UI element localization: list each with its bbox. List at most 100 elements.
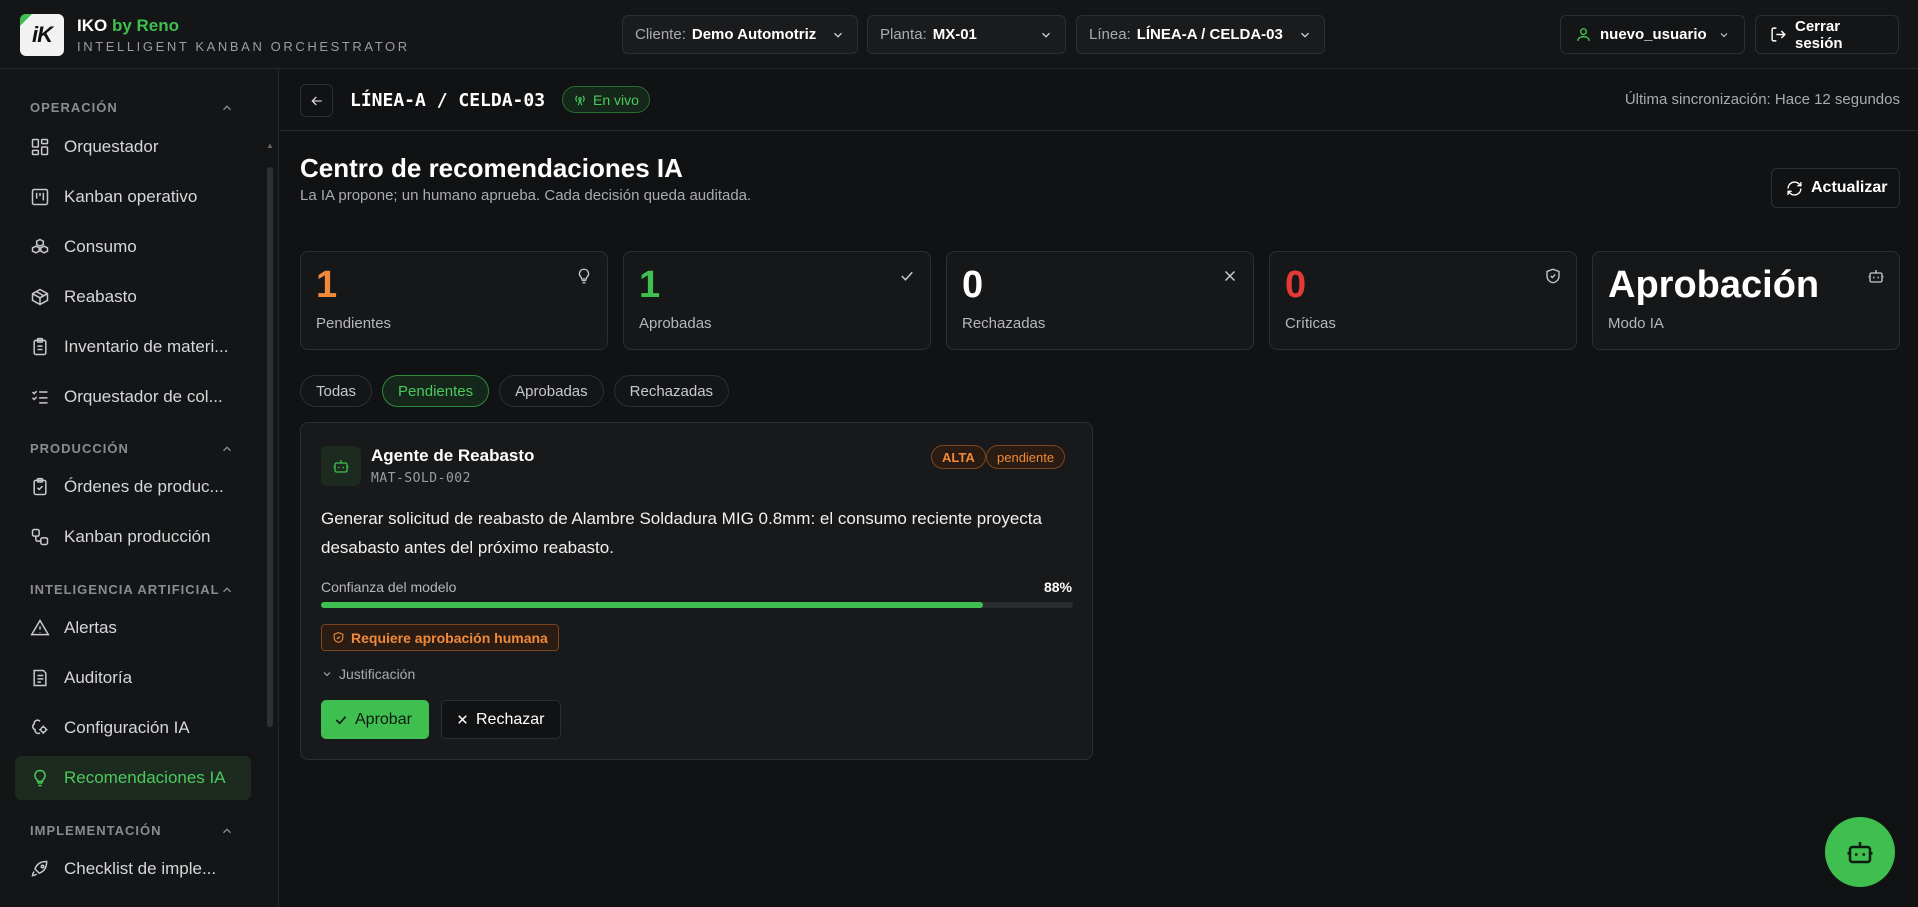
kanban-icon [30, 187, 50, 207]
agent-name: Agente de Reabasto [371, 446, 535, 465]
stat-value: 1 [639, 264, 661, 306]
section-ia: INTELIGENCIA ARTIFICIAL [30, 582, 220, 597]
status-badge: pendiente [986, 445, 1066, 469]
top-bar: iK IKO by Reno INTELLIGENT KANBAN ORCHES… [0, 0, 1918, 69]
stat-card-aprobadas: 1 Aprobadas [623, 251, 931, 350]
sync-status: Última sincronización: Hace 12 segundos [1624, 91, 1900, 108]
line-select[interactable]: Línea: LÍNEA-A / CELDA-03 [1076, 15, 1325, 54]
chevron-up-icon[interactable] [220, 583, 234, 597]
filter-rechazadas[interactable]: Rechazadas [613, 375, 730, 407]
shield-icon [1544, 267, 1562, 285]
lightbulb-icon [575, 267, 593, 285]
sidebar-item-kanban-operativo[interactable]: Kanban operativo [15, 175, 251, 219]
confidence-bar [321, 602, 1073, 608]
alert-icon [30, 618, 50, 638]
chevron-up-icon[interactable] [220, 442, 234, 456]
scroll-up-arrow[interactable]: ▲ [266, 141, 274, 150]
clipboard-icon [30, 337, 50, 357]
human-approval-badge: Requiere aprobación humana [321, 624, 559, 651]
sidebar-item-kanban-produccion[interactable]: Kanban producción [15, 515, 251, 559]
filter-pendientes[interactable]: Pendientes [382, 375, 490, 407]
approve-button[interactable]: Aprobar [321, 700, 429, 739]
stat-card-rechazadas: 0 Rechazadas [946, 251, 1254, 350]
chevron-down-icon [831, 28, 845, 42]
chevron-up-icon[interactable] [220, 824, 234, 838]
confidence-label: Confianza del modelo [321, 579, 457, 595]
section-produccion: PRODUCCIÓN [30, 441, 129, 456]
stat-label: Críticas [1285, 315, 1336, 332]
sidebar-item-alertas[interactable]: Alertas [15, 606, 251, 650]
sidebar-item-auditoria[interactable]: Auditoría [15, 656, 251, 700]
filter-tabs: Todas Pendientes Aprobadas Rechazadas [300, 375, 730, 407]
back-button[interactable] [300, 84, 333, 117]
brain-cog-icon [30, 718, 50, 738]
priority-badge: ALTA [931, 445, 986, 469]
refresh-icon [1786, 180, 1803, 197]
stat-label: Rechazadas [962, 315, 1046, 332]
section-operacion: OPERACIÓN [30, 100, 118, 115]
stat-card-pendientes: 1 Pendientes [300, 251, 608, 350]
chevron-down-icon [1718, 29, 1730, 41]
filter-todas[interactable]: Todas [300, 375, 373, 407]
stat-value: 0 [1285, 264, 1307, 306]
section-implementacion: IMPLEMENTACIÓN [30, 823, 162, 838]
client-value: Demo Automotriz [691, 26, 817, 43]
stat-value: 1 [316, 264, 338, 306]
sidebar-item-consumo[interactable]: Consumo [15, 225, 251, 269]
line-value: LÍNEA-A / CELDA-03 [1136, 26, 1283, 43]
user-icon [1575, 26, 1592, 43]
refresh-button[interactable]: Actualizar [1771, 168, 1900, 208]
justification-toggle[interactable]: Justificación [321, 666, 415, 682]
stat-value: 0 [962, 264, 984, 306]
clipboard-check-icon [30, 477, 50, 497]
package-icon [30, 287, 50, 307]
audit-icon [30, 668, 50, 688]
workflow-icon [30, 527, 50, 547]
plant-value: MX-01 [932, 26, 977, 43]
sidebar-item-recomendaciones-ia[interactable]: Recomendaciones IA [15, 756, 251, 800]
arrow-left-icon [309, 93, 325, 109]
confidence-bar-fill [321, 602, 983, 608]
chevron-up-icon[interactable] [220, 101, 234, 115]
app-logo[interactable]: iK [20, 14, 64, 56]
recommendation-description: Generar solicitud de reabasto de Alambre… [321, 509, 1042, 557]
stat-card-criticas: 0 Críticas [1269, 251, 1577, 350]
stat-card-modo-ia: Aprobación Modo IA [1592, 251, 1900, 350]
boxes-icon [30, 237, 50, 257]
reject-button[interactable]: Rechazar [441, 700, 561, 739]
context-bar: LÍNEA-A / CELDA-03 En vivo Última sincro… [280, 70, 1918, 131]
sidebar-item-configuracion-ia[interactable]: Configuración IA [15, 706, 251, 750]
check-icon [333, 712, 349, 728]
brand-name: IKO by Reno [77, 16, 180, 35]
logout-button[interactable]: Cerrar sesión [1755, 15, 1899, 54]
bot-icon [1845, 837, 1875, 867]
sidebar-item-reabasto[interactable]: Reabasto [15, 275, 251, 319]
sidebar-item-orquestador-col[interactable]: Orquestador de col... [15, 375, 251, 419]
stat-label: Aprobadas [639, 315, 712, 332]
shield-icon [332, 631, 345, 644]
page-title: Centro de recomendaciones IA [300, 153, 683, 183]
chevron-down-icon [321, 668, 333, 680]
list-check-icon [30, 387, 50, 407]
stat-label: Pendientes [316, 315, 392, 332]
logo-text: iK [32, 22, 53, 47]
sidebar-item-orquestador[interactable]: Orquestador [15, 125, 251, 169]
brand-tagline: INTELLIGENT KANBAN ORCHESTRATOR [77, 39, 410, 54]
filter-aprobadas[interactable]: Aprobadas [499, 375, 604, 407]
sidebar-scrollbar[interactable] [267, 167, 273, 727]
page-subtitle: La IA propone; un humano aprueba. Cada d… [300, 187, 752, 204]
user-menu[interactable]: nuevo_usuario [1560, 15, 1745, 54]
stat-label: Modo IA [1608, 315, 1664, 332]
logout-icon [1770, 26, 1787, 43]
assistant-fab-button[interactable] [1825, 817, 1895, 887]
recommendation-card: Agente de Reabasto MAT-SOLD-002 ALTA pen… [300, 422, 1093, 760]
x-icon [455, 712, 470, 727]
sidebar: ▲ OPERACIÓN Orquestador Kanban operativo… [0, 69, 279, 907]
sidebar-item-ordenes[interactable]: Órdenes de produc... [15, 465, 251, 509]
username: nuevo_usuario [1600, 26, 1707, 43]
bot-icon [321, 446, 361, 486]
sidebar-item-checklist[interactable]: Checklist de imple... [15, 847, 251, 891]
client-select[interactable]: Cliente: Demo Automotriz [622, 15, 858, 54]
sidebar-item-inventario[interactable]: Inventario de materi... [15, 325, 251, 369]
plant-select[interactable]: Planta: MX-01 [867, 15, 1066, 54]
